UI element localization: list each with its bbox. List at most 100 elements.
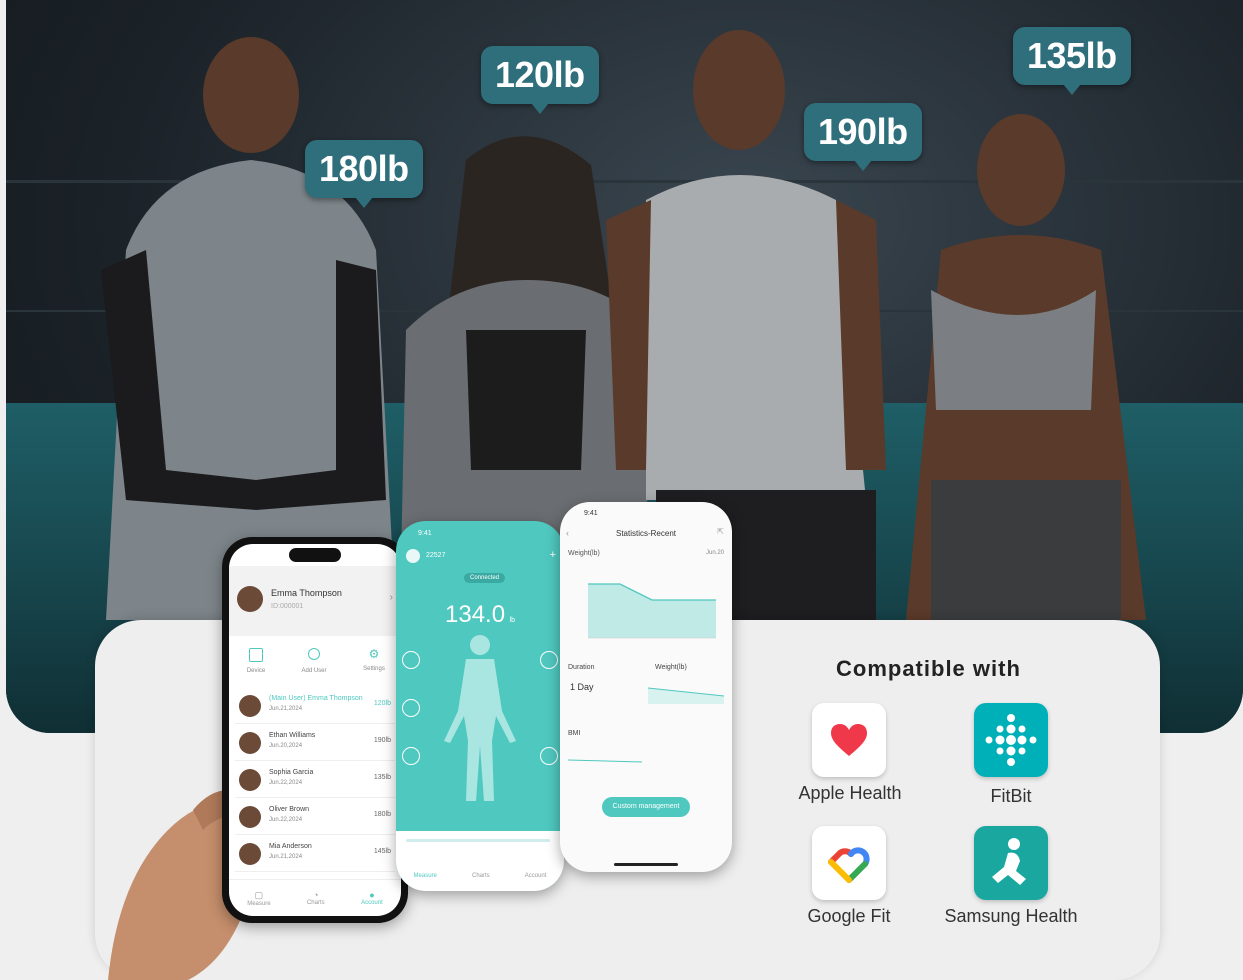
- row-date: Jun.21,2024: [269, 706, 303, 712]
- action-label: Add User: [301, 668, 327, 674]
- share-icon[interactable]: ⇱: [717, 527, 724, 536]
- google-fit-label: Google Fit: [807, 906, 891, 926]
- users-screen: Emma Thompson ID:000001 › Device Add Use…: [229, 544, 401, 916]
- samsung-health-tile[interactable]: [974, 826, 1048, 900]
- action-label: Device: [246, 668, 266, 674]
- row-date: Jun.22,2024: [269, 780, 303, 786]
- tab-bar: Measure Charts Account: [396, 873, 564, 879]
- tab-charts[interactable]: Charts: [472, 873, 490, 879]
- user-number: 22527: [426, 552, 446, 559]
- row-name: Oliver Brown: [269, 806, 310, 813]
- user-id: ID:000001: [271, 603, 304, 610]
- weight-chart: [588, 583, 716, 639]
- weight-bubble-1: 180lb: [305, 140, 423, 208]
- action-label: Settings: [363, 666, 385, 672]
- avatar: [239, 732, 261, 754]
- row-name: Sophia Garcia: [269, 769, 314, 776]
- phone-statistics: 9:41 ‹ Statistics-Recent ⇱ Weight(lb) Ju…: [560, 502, 732, 872]
- weight-bubble-4: 135lb: [1013, 27, 1131, 95]
- bmi-label: BMI: [568, 730, 581, 737]
- weight-bubble-2: 120lb: [481, 46, 599, 114]
- device-action[interactable]: Device: [243, 648, 269, 674]
- weight-readout: 134.0 lb: [396, 601, 564, 629]
- athlete-1: [101, 37, 396, 620]
- user-row[interactable]: Oliver Brown Jun.22,2024 180lb: [235, 800, 395, 835]
- fitbit-label: FitBit: [990, 786, 1032, 806]
- row-name: (Main User) Emma Thompson: [269, 695, 363, 702]
- avatar: [239, 806, 261, 828]
- weight-mini-chart: [647, 687, 725, 704]
- weight-value: 134.0: [445, 601, 506, 628]
- tab-label: Measure: [247, 900, 271, 907]
- home-indicator: [614, 863, 678, 866]
- compat-title: Compatible with: [836, 656, 1021, 681]
- profile-header[interactable]: Emma Thompson ID:000001 ›: [229, 566, 401, 636]
- metric-icon[interactable]: [540, 747, 558, 765]
- heart-icon: [831, 724, 867, 756]
- tab-account[interactable]: ● Account: [361, 890, 383, 906]
- avatar[interactable]: [406, 549, 420, 563]
- apple-health-label: Apple Health: [798, 783, 902, 803]
- tab-charts[interactable]: ◔ Charts: [307, 890, 325, 906]
- connected-badge: Connected: [464, 573, 506, 583]
- avatar: [237, 586, 263, 612]
- device-icon: [249, 648, 263, 662]
- user-row[interactable]: (Main User) Emma Thompson Jun.21,2024 12…: [235, 689, 395, 724]
- user-row[interactable]: Mia Anderson Jun.21,2024 145lb: [235, 837, 395, 872]
- measure-icon: ▢: [254, 889, 264, 900]
- phone-users: Emma Thompson ID:000001 › Device Add Use…: [222, 537, 408, 923]
- custom-management-button[interactable]: Custom management: [602, 797, 690, 817]
- body-figure-icon: [444, 635, 516, 801]
- status-time: 9:41: [418, 530, 432, 537]
- fitbit-dots-icon: [985, 714, 1037, 766]
- screen-title: Statistics-Recent: [615, 529, 677, 538]
- weight-label: Weight(lb): [568, 550, 600, 557]
- row-name: Ethan Williams: [269, 732, 316, 739]
- apple-health-tile[interactable]: [812, 703, 886, 777]
- gear-icon: ⚙: [368, 647, 380, 661]
- chevron-right-icon: ›: [389, 592, 393, 603]
- row-value: 135lb: [373, 774, 391, 781]
- tab-measure[interactable]: Measure: [414, 873, 437, 879]
- avatar: [239, 769, 261, 791]
- user-name: Emma Thompson: [271, 588, 342, 598]
- weight-unit: lb: [509, 617, 515, 624]
- google-fit-heart-icon: [828, 847, 870, 883]
- add-user-action[interactable]: Add User: [295, 648, 333, 674]
- row-date: Jun.22,2024: [269, 817, 303, 823]
- tab-measure[interactable]: ▢ Measure: [247, 890, 270, 907]
- dynamic-island: [289, 548, 341, 562]
- metric-icon[interactable]: [402, 747, 420, 765]
- bottom-sheet: Measure Charts Account: [396, 831, 564, 891]
- row-value: 120lb: [373, 700, 391, 707]
- duration-label: Duration: [568, 664, 595, 671]
- plus-icon[interactable]: +: [550, 549, 556, 561]
- tab-bar: ▢ Measure ◔ Charts ● Account: [229, 879, 401, 916]
- athlete-4: [906, 114, 1146, 630]
- account-icon: ●: [369, 890, 375, 900]
- duration-value: 1 Day: [570, 682, 594, 692]
- metric-icon[interactable]: [540, 651, 558, 669]
- row-value: 180lb: [373, 811, 391, 818]
- weight-bubble-3: 190lb: [804, 103, 922, 171]
- google-fit-tile[interactable]: [812, 826, 886, 900]
- add-user-icon: [308, 648, 320, 660]
- user-row[interactable]: Ethan Williams Jun.20,2024 190lb: [235, 726, 395, 761]
- tab-account[interactable]: Account: [525, 873, 547, 879]
- samsung-health-label: Samsung Health: [944, 906, 1078, 926]
- metric-icon[interactable]: [402, 651, 420, 669]
- user-row[interactable]: Sophia Garcia Jun.22,2024 135lb: [235, 763, 395, 798]
- settings-action[interactable]: ⚙ Settings: [357, 648, 391, 672]
- tab-label: Charts: [306, 900, 325, 906]
- metric-icon[interactable]: [402, 699, 420, 717]
- avatar: [239, 843, 261, 865]
- progress-track: [406, 839, 550, 842]
- tab-label: Account: [361, 900, 383, 906]
- fitbit-tile[interactable]: [974, 703, 1048, 777]
- avatar: [239, 695, 261, 717]
- status-time: 9:41: [584, 510, 598, 517]
- charts-icon: ◔: [313, 890, 319, 900]
- row-date: Jun.20,2024: [269, 743, 303, 749]
- samsung-health-runner-icon: [992, 838, 1026, 885]
- phone-measure: 9:41 22527 + Connected 134.0 lb Measure …: [396, 521, 564, 891]
